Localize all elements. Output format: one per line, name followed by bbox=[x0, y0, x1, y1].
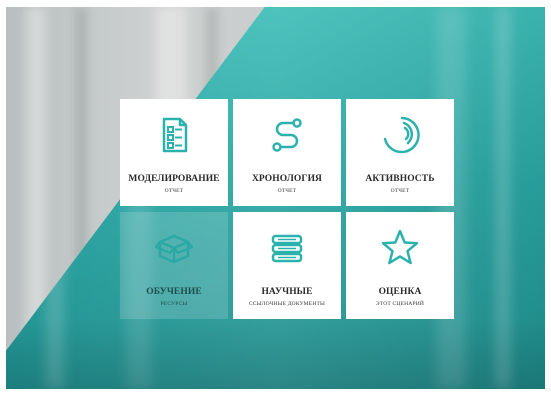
star-icon bbox=[381, 229, 419, 265]
tile-title: НАУЧНЫЕ bbox=[261, 287, 313, 297]
background-frame: МОДЕЛИРОВАНИЕ ОТЧЕТ ХРОНОЛОГИЯ ОТЧЕТ АКТ… bbox=[6, 7, 545, 389]
activity-arcs-icon bbox=[383, 116, 420, 154]
tile-title: АКТИВНОСТЬ bbox=[365, 174, 435, 184]
tile-title: ОБУЧЕНИЕ bbox=[146, 287, 202, 297]
tile-modeling[interactable]: МОДЕЛИРОВАНИЕ ОТЧЕТ bbox=[120, 99, 228, 206]
books-icon bbox=[271, 234, 303, 263]
tile-title: ХРОНОЛОГИЯ bbox=[251, 174, 323, 184]
menu-grid: МОДЕЛИРОВАНИЕ ОТЧЕТ ХРОНОЛОГИЯ ОТЧЕТ АКТ… bbox=[120, 99, 454, 319]
timeline-path-icon bbox=[272, 118, 302, 152]
tile-subtitle: ЭТОТ СЦЕНАРИЙ bbox=[375, 301, 425, 307]
tile-subtitle: ОТЧЕТ bbox=[390, 188, 410, 194]
tile-subtitle: ССЫЛОЧНЫЕ ДОКУМЕНТЫ bbox=[248, 301, 326, 307]
tile-subtitle: ОТЧЕТ bbox=[277, 188, 297, 194]
box-icon bbox=[154, 234, 194, 264]
background-floor bbox=[6, 319, 545, 389]
tile-evaluation[interactable]: ОЦЕНКА ЭТОТ СЦЕНАРИЙ bbox=[346, 212, 454, 319]
tile-chronology[interactable]: ХРОНОЛОГИЯ ОТЧЕТ bbox=[233, 99, 341, 206]
tile-activity[interactable]: АКТИВНОСТЬ ОТЧЕТ bbox=[346, 99, 454, 206]
tile-title: ОЦЕНКА bbox=[378, 287, 422, 297]
tile-subtitle: ОТЧЕТ bbox=[164, 188, 184, 194]
checklist-document-icon bbox=[162, 117, 188, 153]
tile-title: МОДЕЛИРОВАНИЕ bbox=[128, 174, 220, 184]
tile-learning[interactable]: ОБУЧЕНИЕ РЕСУРСЫ bbox=[120, 212, 228, 319]
tile-subtitle: РЕСУРСЫ bbox=[160, 301, 188, 307]
tile-scientific[interactable]: НАУЧНЫЕ ССЫЛОЧНЫЕ ДОКУМЕНТЫ bbox=[233, 212, 341, 319]
